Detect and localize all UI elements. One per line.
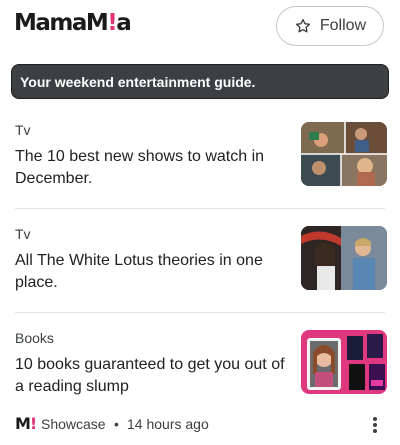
publisher-mini-logo: M! bbox=[15, 414, 37, 433]
article-headline[interactable]: The 10 best new shows to watch in Decemb… bbox=[15, 146, 285, 190]
timestamp: 14 hours ago bbox=[127, 416, 209, 432]
more-vert-icon[interactable] bbox=[368, 414, 382, 436]
star-outline-icon bbox=[295, 18, 310, 33]
article-headline[interactable]: All The White Lotus theories in one plac… bbox=[15, 250, 285, 294]
article-thumbnail[interactable] bbox=[301, 330, 387, 394]
article-category: Tv bbox=[15, 226, 31, 242]
article-thumbnail[interactable] bbox=[301, 122, 387, 186]
footer: M! Showcase • 14 hours ago bbox=[0, 412, 400, 442]
source-label[interactable]: Showcase bbox=[41, 416, 106, 432]
follow-label: Follow bbox=[319, 17, 367, 34]
article-item[interactable]: Tv The 10 best new shows to watch in Dec… bbox=[0, 122, 400, 226]
article-headline[interactable]: 10 books guaranteed to get you out of a … bbox=[15, 354, 285, 398]
article-category: Books bbox=[15, 330, 54, 346]
article-category: Tv bbox=[15, 122, 31, 138]
banner-text: Your weekend entertainment guide. bbox=[20, 74, 256, 90]
divider bbox=[15, 312, 385, 313]
article-thumbnail[interactable] bbox=[301, 226, 387, 290]
header: MamaM!a Follow bbox=[0, 0, 400, 52]
article-item[interactable]: Tv All The White Lotus theories in one p… bbox=[0, 226, 400, 330]
divider bbox=[15, 208, 385, 209]
separator-dot: • bbox=[114, 416, 119, 432]
publisher-logo[interactable]: MamaM!a bbox=[14, 10, 132, 36]
follow-button[interactable]: Follow bbox=[276, 6, 384, 46]
section-banner: Your weekend entertainment guide. bbox=[11, 64, 389, 99]
